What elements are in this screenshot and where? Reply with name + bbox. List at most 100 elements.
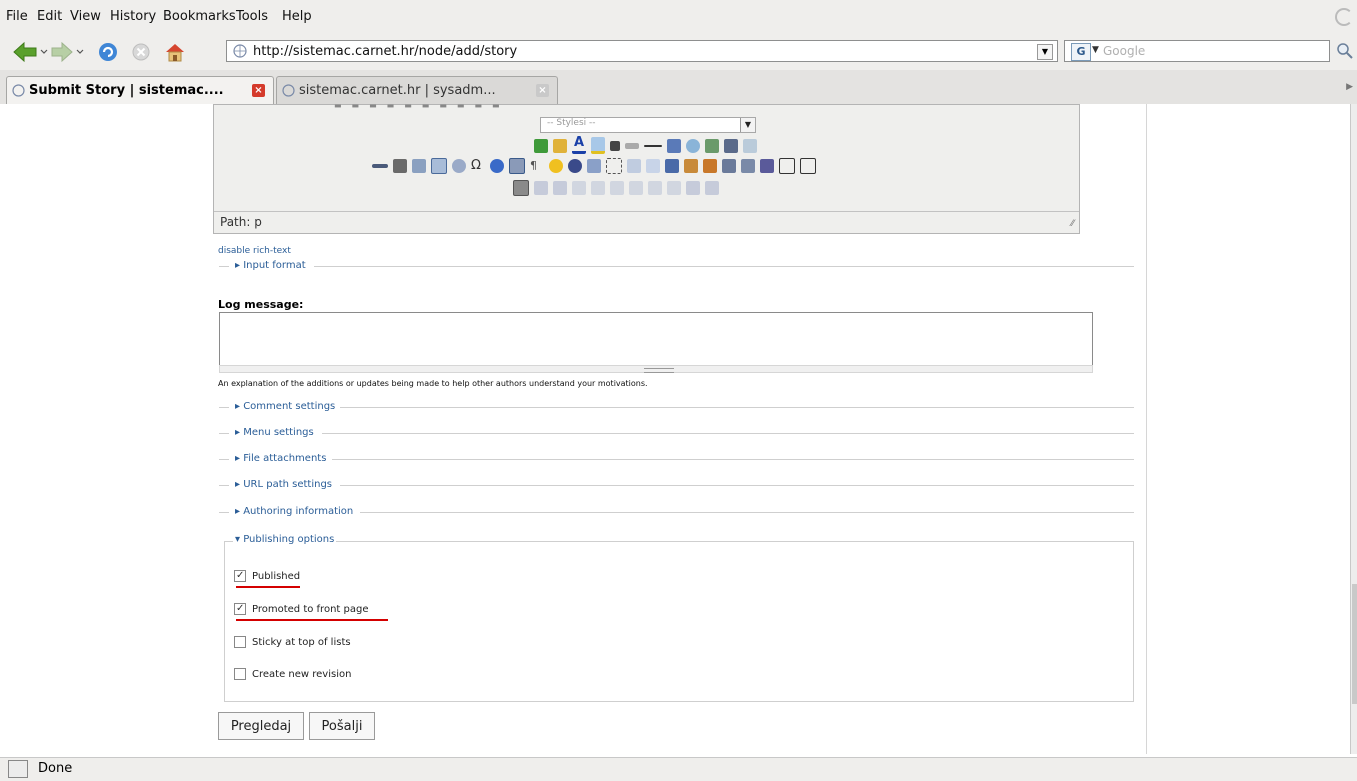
binoculars-icon[interactable] bbox=[724, 138, 738, 153]
split-cells-icon[interactable] bbox=[686, 181, 700, 195]
cleanup-icon[interactable] bbox=[553, 138, 567, 153]
publishing-options-label: Publishing options bbox=[243, 534, 335, 545]
paste-text-icon[interactable] bbox=[684, 159, 698, 173]
tab-sysadmin[interactable]: sistemac.carnet.hr | sysadm... × bbox=[276, 76, 558, 104]
promoted-option[interactable]: Promoted to front page bbox=[234, 603, 368, 615]
search-icon[interactable] bbox=[1336, 42, 1354, 60]
url-path-settings-toggle[interactable]: ▸ URL path settings bbox=[233, 479, 335, 490]
undo-icon[interactable] bbox=[665, 159, 679, 173]
highlight-icon[interactable] bbox=[591, 137, 605, 154]
replace-icon[interactable] bbox=[743, 138, 757, 153]
merge-cells-icon[interactable] bbox=[705, 181, 719, 195]
row-after-icon[interactable] bbox=[591, 181, 605, 195]
table-row-icon[interactable] bbox=[534, 181, 548, 195]
rtl-icon[interactable]: ¶ bbox=[530, 159, 544, 173]
page-break-icon[interactable] bbox=[779, 158, 795, 174]
media-icon[interactable] bbox=[490, 159, 504, 173]
menu-edit[interactable]: Edit bbox=[37, 9, 62, 24]
paste-format-icon[interactable] bbox=[646, 159, 660, 173]
submit-button[interactable]: Pošalji bbox=[309, 712, 375, 740]
link-icon[interactable] bbox=[452, 159, 466, 173]
table-icon[interactable] bbox=[667, 138, 681, 153]
subscript-icon[interactable] bbox=[610, 140, 620, 151]
home-button[interactable] bbox=[162, 41, 188, 63]
vertical-scrollbar[interactable] bbox=[1350, 104, 1357, 754]
reload-button[interactable] bbox=[96, 41, 120, 63]
paste-word-icon[interactable] bbox=[703, 159, 717, 173]
menu-tools[interactable]: Tools bbox=[236, 9, 268, 24]
layer-icon[interactable] bbox=[587, 159, 601, 173]
textarea-grip[interactable] bbox=[219, 365, 1093, 373]
sticky-checkbox[interactable] bbox=[234, 636, 246, 648]
menu-bookmarks[interactable]: Bookmarks bbox=[163, 9, 236, 24]
published-checkbox[interactable] bbox=[234, 570, 246, 582]
back-button[interactable] bbox=[12, 41, 48, 63]
rich-text-editor[interactable]: ▬▬▬▬▬▬▬▬▬▬ -- Stylesi -- ▼ A Ω ¶ Path: p… bbox=[213, 104, 1080, 234]
file-attachments-toggle[interactable]: ▸ File attachments bbox=[233, 453, 329, 464]
visual-aid-icon[interactable] bbox=[606, 158, 622, 174]
url-bar[interactable]: http://sistemac.carnet.hr/node/add/story… bbox=[226, 40, 1058, 62]
authoring-information-toggle[interactable]: ▸ Authoring information bbox=[233, 506, 356, 517]
clock-icon[interactable] bbox=[686, 138, 700, 153]
comment-settings-toggle[interactable]: ▸ Comment settings bbox=[233, 401, 338, 412]
spell-icon[interactable] bbox=[760, 159, 774, 173]
find-icon[interactable] bbox=[705, 138, 719, 153]
paste-icon[interactable] bbox=[431, 158, 447, 174]
published-option[interactable]: Published bbox=[234, 570, 300, 582]
chevron-down-icon[interactable]: ▼ bbox=[1092, 45, 1099, 55]
table-cell-icon[interactable] bbox=[553, 181, 567, 195]
html-icon[interactable] bbox=[625, 142, 639, 149]
styles-select[interactable]: -- Stylesi -- ▼ bbox=[540, 117, 756, 133]
delete-col-icon[interactable] bbox=[667, 181, 681, 195]
compass-icon[interactable] bbox=[568, 159, 582, 173]
close-tab-icon[interactable]: × bbox=[252, 84, 265, 97]
cut-icon[interactable] bbox=[393, 159, 407, 173]
disable-rich-text-link[interactable]: disable rich-text bbox=[218, 246, 291, 256]
stop-button[interactable] bbox=[130, 41, 152, 63]
sticky-option[interactable]: Sticky at top of lists bbox=[234, 636, 351, 648]
delete-row-icon[interactable] bbox=[610, 181, 624, 195]
url-history-dropdown[interactable]: ▼ bbox=[1037, 44, 1053, 60]
search-bar[interactable]: G ▼ Google bbox=[1064, 40, 1330, 62]
row-before-icon[interactable] bbox=[572, 181, 586, 195]
search-engine-icon[interactable]: G bbox=[1071, 43, 1091, 61]
tab-submit-story[interactable]: Submit Story | sistemac.... × bbox=[6, 76, 274, 104]
spellcheck-icon[interactable] bbox=[534, 138, 548, 153]
resize-handle-icon[interactable]: ⁄⁄ bbox=[1071, 219, 1074, 229]
new-revision-label: Create new revision bbox=[252, 668, 352, 680]
scrollbar-thumb[interactable] bbox=[1352, 584, 1357, 704]
emoticon-icon[interactable] bbox=[549, 159, 563, 173]
menu-file[interactable]: File bbox=[6, 9, 28, 24]
menu-settings-toggle[interactable]: ▸ Menu settings bbox=[233, 427, 316, 438]
log-message-textarea[interactable] bbox=[219, 312, 1093, 370]
font-color-icon[interactable]: A bbox=[572, 136, 586, 154]
select-all-icon[interactable] bbox=[722, 159, 736, 173]
col-after-icon[interactable] bbox=[648, 181, 662, 195]
fieldset-border bbox=[219, 433, 229, 434]
tab-list-icon[interactable]: ▶ bbox=[1346, 82, 1353, 92]
menu-history[interactable]: History bbox=[110, 9, 156, 24]
promoted-checkbox[interactable] bbox=[234, 603, 246, 615]
horizontal-rule-icon[interactable] bbox=[644, 144, 662, 147]
input-format-toggle[interactable]: ▸ Input format bbox=[233, 260, 308, 271]
copy-format-icon[interactable] bbox=[627, 159, 641, 173]
publishing-options-toggle[interactable]: ▾ Publishing options bbox=[233, 534, 337, 545]
menu-view[interactable]: View bbox=[70, 9, 101, 24]
home-icon bbox=[166, 44, 184, 62]
col-before-icon[interactable] bbox=[629, 181, 643, 195]
menu-help[interactable]: Help bbox=[282, 9, 312, 24]
new-revision-checkbox[interactable] bbox=[234, 668, 246, 680]
close-tab-icon[interactable]: × bbox=[536, 84, 549, 97]
line-icon[interactable] bbox=[372, 164, 388, 168]
print-icon[interactable] bbox=[741, 159, 755, 173]
forward-button[interactable] bbox=[50, 41, 84, 63]
ltr-icon[interactable] bbox=[509, 158, 525, 174]
edit-icon[interactable] bbox=[513, 180, 529, 196]
status-icon bbox=[8, 760, 28, 778]
preview-button[interactable]: Pregledaj bbox=[218, 712, 304, 740]
status-text: Done bbox=[38, 761, 73, 776]
copy-icon[interactable] bbox=[412, 159, 426, 173]
special-char-icon[interactable]: Ω bbox=[471, 159, 485, 173]
fullscreen-icon[interactable] bbox=[800, 158, 816, 174]
new-revision-option[interactable]: Create new revision bbox=[234, 668, 351, 680]
